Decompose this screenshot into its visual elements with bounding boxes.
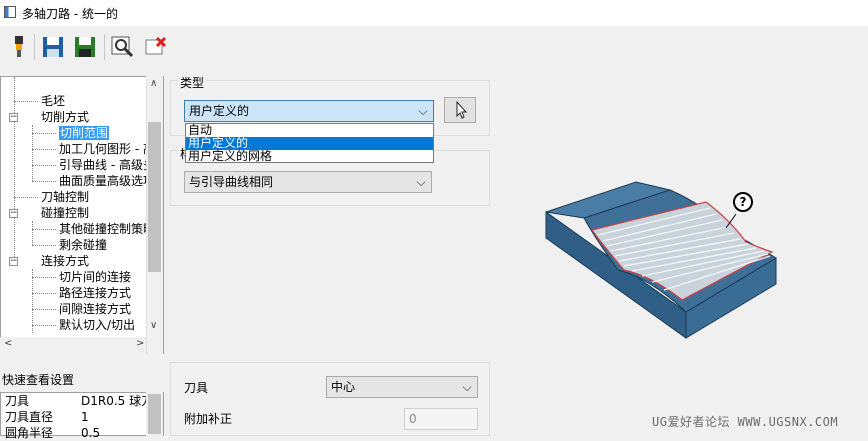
table-row: 刀具 [5,394,30,408]
title-bar: 多轴刀路 - 统一的 [0,0,868,26]
app-icon [4,6,16,18]
tree-guide-line [32,293,56,294]
dropdown-option-user-defined-grid[interactable]: 用户定义的网格 [186,150,433,163]
surface-illustration [545,181,777,339]
offset-label: 附加补正 [184,412,233,426]
type-select[interactable]: 用户定义的 ⌵ [184,100,434,122]
table-row: 刀具直径 [5,410,54,424]
tree-expander[interactable]: − [9,257,18,266]
window-title: 多轴刀路 - 统一的 [22,7,118,21]
chevron-down-icon: ⌵ [418,104,428,118]
tree-item-machining-geometry[interactable]: 加工几何图形 - 高 [59,141,155,157]
tree-item-stock[interactable]: 毛坯 [41,93,65,109]
help-callout-icon: ? [733,192,753,212]
tree-guide-line [32,165,56,166]
tree-guide-line [32,325,56,326]
quick-view-table: 刀具 D1R0.5 球刀 刀具直径 1 圆角半径 0.5 [0,392,164,440]
quick-view-title: 快速查看设置 [2,373,75,387]
tree-guide-line [14,197,38,198]
tree-guide-line [32,309,56,310]
tree-item-tool-axis[interactable]: 刀轴控制 [41,189,89,205]
tree-horizontal-scrollbar[interactable] [0,337,146,354]
chevron-down-icon: ⌵ [462,380,472,394]
tree-item-path-link[interactable]: 路径连接方式 [59,285,131,301]
tree-guide-line [14,101,38,102]
second-select[interactable]: 与引导曲线相同 ⌵ [184,171,432,193]
tree-item-default-lead[interactable]: 默认切入/切出 [59,317,135,333]
settings-tree[interactable]: 毛坯 − 切削方式 切削范围 加工几何图形 - 高 引导曲线 - 高级多 曲面质… [0,76,164,354]
scroll-up-arrow[interactable]: ∧ [150,78,157,89]
tree-item-cut-method[interactable]: 切削方式 [41,109,89,125]
cursor-icon [456,100,468,119]
tree-item-other-collision[interactable]: 其他碰撞控制策略 [59,221,155,237]
scroll-down-arrow[interactable]: ∨ [150,320,157,331]
tool-position-select[interactable]: 中心 ⌵ [326,376,478,398]
tree-item-surface-quality[interactable]: 曲面质量高级选项 [59,173,155,189]
tree-item-link-method[interactable]: 连接方式 [41,253,89,269]
tree-guide-line [32,245,56,246]
tree-item-cut-range[interactable]: 切削范围 [59,125,110,141]
tree-item-slice-link[interactable]: 切片间的连接 [59,269,131,285]
toolbar-separator [34,34,35,60]
table-cell: 0.5 [81,426,101,440]
tool-icon[interactable] [6,34,32,60]
type-dropdown-list[interactable]: 自动 用户定义的 用户定义的网格 [185,123,434,163]
close-delete-icon[interactable] [143,34,169,60]
save-icon[interactable] [40,34,66,60]
tree-guide-line [32,133,56,134]
tree-guide-line [32,277,56,278]
chevron-down-icon: ⌵ [416,175,426,189]
tool-label: 刀具 [184,381,209,395]
table-row: 圆角半径 [5,426,54,440]
scroll-left-arrow[interactable]: < [4,338,12,349]
scroll-right-arrow[interactable]: > [136,338,144,349]
scrollbar-thumb[interactable] [148,394,161,434]
save-as-icon[interactable] [72,34,98,60]
tree-item-gap-link[interactable]: 间隙连接方式 [59,301,131,317]
watermark-text: UG爱好者论坛 WWW.UGSNX.COM [652,415,839,429]
tree-item-residual-collision[interactable]: 剩余碰撞 [59,237,107,253]
offset-input[interactable]: 0 [404,408,478,430]
table-cell: D1R0.5 球刀 [81,394,154,408]
type-group-label: 类型 [178,74,207,91]
tree-item-collision-control[interactable]: 碰撞控制 [41,205,89,221]
scrollbar-thumb[interactable] [148,122,161,272]
tree-guide-line [32,149,56,150]
tree-expander[interactable]: − [9,209,18,218]
tree-guide-line [14,77,15,261]
preview-icon[interactable] [110,34,136,60]
tree-guide-line [32,229,56,230]
tree-guide-line [32,221,33,245]
table-cell: 1 [81,410,89,424]
toolbar-separator [104,34,105,60]
tree-item-guide-curve[interactable]: 引导曲线 - 高级多 [59,157,155,173]
tree-expander[interactable]: − [9,113,18,122]
tree-guide-line [32,181,56,182]
pick-button[interactable] [444,97,476,123]
tree-guide-line [32,269,33,333]
